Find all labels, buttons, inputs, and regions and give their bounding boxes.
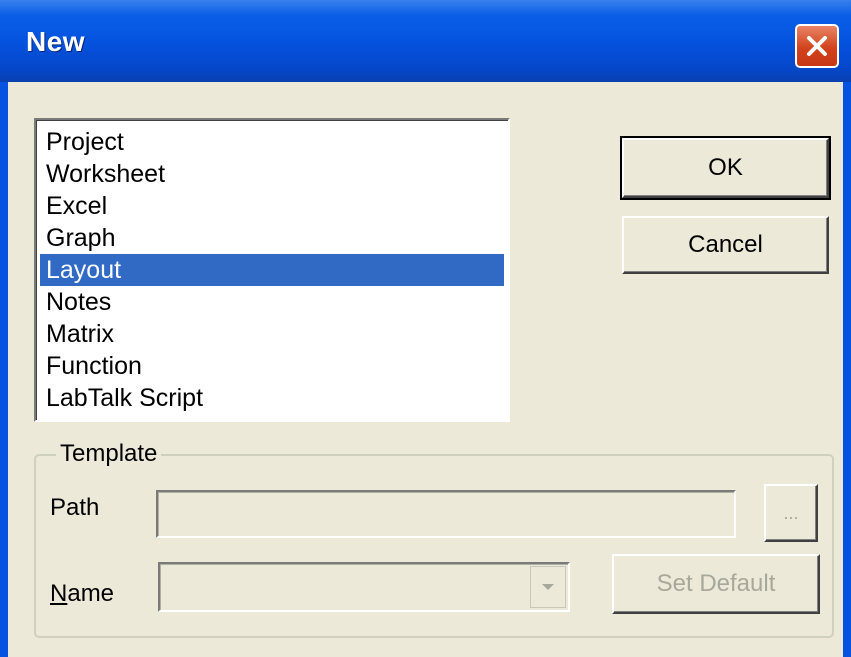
list-item-function[interactable]: Function [40, 350, 504, 382]
list-item-worksheet[interactable]: Worksheet [40, 158, 504, 190]
path-label: Path [50, 494, 100, 521]
list-item-excel[interactable]: Excel [40, 190, 504, 222]
list-item-layout[interactable]: Layout [40, 254, 504, 286]
list-item-project[interactable]: Project [40, 126, 504, 158]
list-item-matrix[interactable]: Matrix [40, 318, 504, 350]
template-group-label: Template [56, 440, 162, 468]
window-frame-right [843, 82, 851, 657]
name-label-mnemonic: N [50, 580, 68, 607]
set-default-button[interactable]: Set Default [612, 554, 820, 614]
dialog-title: New [26, 26, 86, 57]
new-dialog: New Project Worksheet Excel Graph Layout… [0, 0, 851, 657]
path-field[interactable] [156, 490, 736, 538]
browse-button[interactable]: ... [764, 484, 818, 542]
close-icon [807, 36, 827, 56]
name-label: Name [50, 580, 114, 608]
close-button[interactable] [795, 24, 839, 68]
cancel-button[interactable]: Cancel [622, 216, 829, 274]
name-label-rest: ame [67, 580, 115, 607]
chevron-down-icon [542, 584, 554, 590]
window-type-listbox[interactable]: Project Worksheet Excel Graph Layout Not… [34, 118, 510, 422]
name-combobox[interactable] [158, 562, 570, 612]
window-frame-left [0, 82, 8, 657]
list-item-labtalk-script[interactable]: LabTalk Script [40, 382, 504, 414]
list-item-graph[interactable]: Graph [40, 222, 504, 254]
title-bar[interactable]: New [0, 0, 851, 82]
list-item-notes[interactable]: Notes [40, 286, 504, 318]
name-dropdown-button[interactable] [530, 566, 566, 608]
window-type-list: Project Worksheet Excel Graph Layout Not… [40, 126, 504, 414]
ok-button[interactable]: OK [620, 136, 831, 200]
